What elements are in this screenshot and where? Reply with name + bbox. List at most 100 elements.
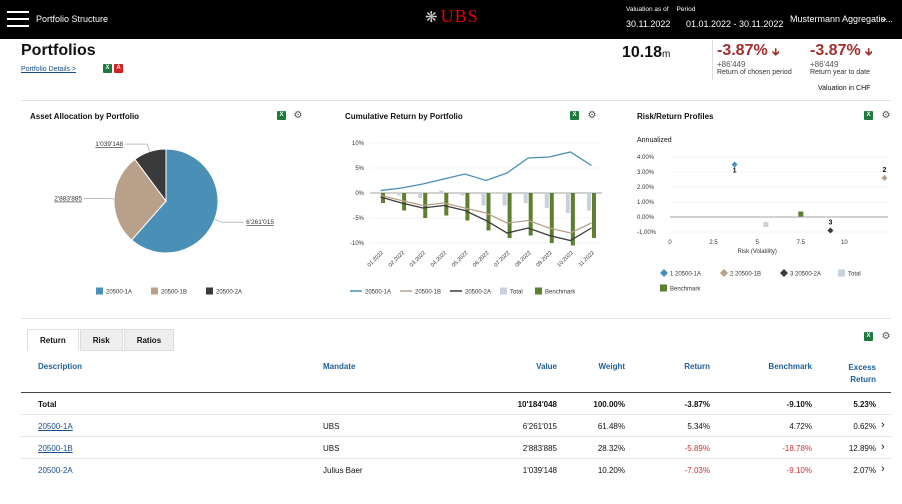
x-tick-label: 08.2022	[514, 250, 532, 268]
allocation-pie-chart: 6'261'015 2'883'885 1'039'148 20500-1A 20500…	[54, 141, 274, 296]
allocation-excel-icon[interactable]: X	[277, 111, 286, 120]
point-label: 1	[733, 168, 737, 175]
arrow-down-icon: 🡳	[865, 47, 873, 58]
table-gear-icon[interactable]: ⚙	[881, 332, 891, 342]
pie-legend-item-label: 20500-1A	[106, 290, 132, 296]
line-legend-item-swatch	[500, 287, 507, 295]
portfolio-link[interactable]: 20500-1A	[38, 422, 73, 431]
period-range[interactable]: 01.01.2022 - 30.11.2022	[686, 19, 783, 29]
chevron-right-icon[interactable]: ›	[881, 419, 885, 431]
cumulative-title: Cumulative Return by Portfolio	[345, 112, 463, 121]
col-return[interactable]: Return	[660, 362, 710, 371]
pie-legend-item-label: 20500-1B	[161, 290, 187, 296]
ubs-logo: ❋ UBS	[425, 6, 479, 26]
pie-legend-item-swatch	[206, 287, 213, 295]
pie-legend-item-swatch	[151, 287, 158, 295]
table-row[interactable]: 20500-1A UBS 6'261'015 61.48% 5.34% 4.72…	[21, 415, 891, 437]
table-row-total: Total 10'184'048 100.00% -3.87% -9.10% 5…	[21, 393, 891, 415]
table-row[interactable]: 20500-1B UBS 2'883'885 28.32% -5.89% -18…	[21, 437, 891, 459]
risk-gear-icon[interactable]: ⚙	[881, 111, 891, 121]
x-tick-label: 0	[668, 240, 672, 246]
line-legend-item-swatch	[535, 287, 542, 295]
table-row[interactable]: 20500-2A Julius Baer 1'039'148 10.20% -7…	[21, 459, 891, 481]
scatter-legend-item-label: 2 20500-1B	[730, 272, 761, 278]
allocation-title: Asset Allocation by Portfolio	[30, 112, 140, 121]
valuation-date[interactable]: 30.11.2022	[626, 19, 670, 29]
bar-total	[397, 193, 402, 196]
col-excess-return[interactable]: Excess Return	[840, 362, 876, 386]
x-tick-label: 09.2022	[535, 250, 553, 268]
risk-excel-icon[interactable]: X	[864, 111, 873, 120]
scatter-point	[763, 222, 769, 227]
kpi-period-return: -3.87% 🡳 +86'449 Return of chosen period	[717, 42, 792, 76]
col-value[interactable]: Value	[500, 362, 557, 371]
pie-legend-item-swatch	[96, 287, 103, 295]
bar-total	[481, 193, 486, 206]
bar-total	[523, 193, 528, 203]
scatter-legend-item-swatch	[660, 284, 667, 292]
scatter-legend-item-label: Total	[848, 272, 861, 278]
risk-title: Risk/Return Profiles	[637, 112, 714, 121]
cumulative-excel-icon[interactable]: X	[570, 111, 579, 120]
chevron-right-icon[interactable]: ›	[881, 463, 885, 475]
y-tick-label: 0%	[355, 191, 364, 197]
y-tick-label: 4.00%	[637, 155, 655, 161]
scatter-legend-item-label: 1 20500-1A	[670, 272, 701, 278]
chevron-right-icon[interactable]: ›	[881, 441, 885, 453]
page-title: Portfolios	[21, 42, 96, 59]
x-tick-label: 01.2022	[367, 250, 385, 268]
table-tabs: Return Risk Ratios	[27, 329, 175, 351]
cumulative-return-chart: 10% 5% 0% -5% -10%01.2022 02.2022 03.2022 04.20…	[350, 141, 602, 296]
scatter-point	[798, 211, 804, 217]
cumulative-gear-icon[interactable]: ⚙	[587, 111, 597, 121]
bar-total	[460, 193, 465, 196]
bar-total	[502, 193, 507, 206]
bar-benchmark	[507, 193, 512, 238]
portfolio-details-link[interactable]: Portfolio Details >	[21, 66, 76, 73]
y-tick-label: 5%	[355, 166, 364, 172]
page-section-title: Portfolio Structure	[36, 14, 109, 24]
charts-divider	[21, 318, 891, 319]
bar-total	[586, 193, 591, 211]
tab-return[interactable]: Return	[27, 329, 79, 351]
x-tick-label: 02.2022	[388, 250, 406, 268]
x-tick-label: 5	[756, 240, 760, 246]
chevron-down-icon[interactable]: ⌄	[880, 13, 888, 24]
bar-total	[376, 192, 381, 193]
portfolio-link[interactable]: 20500-1B	[38, 444, 73, 453]
col-weight[interactable]: Weight	[575, 362, 625, 371]
y-tick-label: -10%	[350, 241, 365, 247]
line-legend-item-label: Total	[510, 290, 523, 296]
client-selector[interactable]: Mustermann Aggregatio...	[790, 14, 893, 24]
x-tick-label: 7.5	[797, 240, 806, 246]
series-line	[380, 151, 592, 192]
col-description[interactable]: Description	[38, 362, 82, 371]
risk-return-chart: 4.00% 3.00% 2.00% 1.00% 0.00% -1.00% 0 2.5 5 7.5 1…	[637, 155, 888, 293]
y-tick-label: 10%	[352, 141, 365, 147]
col-benchmark[interactable]: Benchmark	[750, 362, 812, 371]
allocation-gear-icon[interactable]: ⚙	[293, 111, 303, 121]
line-legend-item-label: 20500-2A	[465, 290, 491, 296]
y-tick-label: 3.00%	[637, 170, 655, 176]
series-line	[380, 194, 592, 234]
pie-value-label: 2'883'885	[54, 196, 82, 203]
col-mandate[interactable]: Mandate	[323, 362, 355, 371]
pie-legend-item-label: 20500-2A	[216, 290, 242, 296]
x-tick-label: 10	[841, 240, 848, 246]
portfolio-link[interactable]: 20500-2A	[38, 466, 73, 475]
excel-export-icon[interactable]: X	[103, 64, 112, 73]
pie-leader	[214, 219, 223, 223]
tab-risk[interactable]: Risk	[79, 329, 123, 351]
y-tick-label: 0.00%	[637, 215, 655, 221]
tab-ratios[interactable]: Ratios	[123, 329, 175, 351]
pie-leader	[146, 143, 150, 152]
pdf-export-icon[interactable]: A	[114, 64, 123, 73]
scatter-legend-item-swatch	[838, 269, 845, 277]
menu-icon[interactable]	[7, 11, 29, 27]
table-excel-icon[interactable]: X	[864, 332, 873, 341]
scatter-point	[827, 227, 834, 234]
bar-benchmark	[591, 193, 596, 238]
bar-benchmark	[465, 193, 470, 221]
scatter-legend-item-label: Benchmark	[670, 287, 701, 293]
bar-benchmark	[486, 193, 491, 231]
